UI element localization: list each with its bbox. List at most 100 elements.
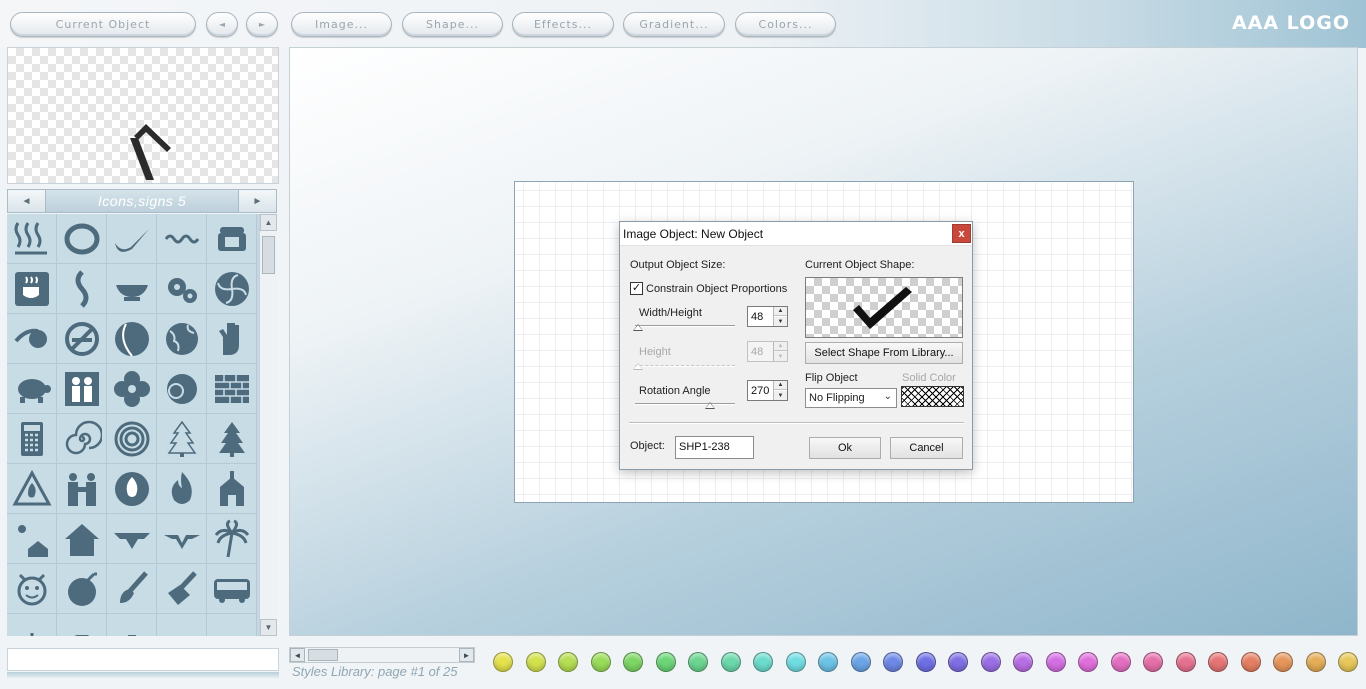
styles-scrollbar[interactable]: ◄ ► bbox=[289, 647, 475, 663]
library-icon-cell[interactable] bbox=[157, 414, 207, 464]
shape-button[interactable]: Shape... bbox=[402, 12, 503, 37]
library-icon-cell[interactable] bbox=[7, 464, 57, 514]
library-icon-cell[interactable] bbox=[107, 564, 157, 614]
color-swatch[interactable] bbox=[623, 652, 643, 672]
constrain-checkbox[interactable]: ✓ bbox=[630, 282, 643, 295]
width-height-slider[interactable] bbox=[635, 325, 735, 327]
ok-button[interactable]: Ok bbox=[809, 437, 881, 459]
library-icon-cell[interactable] bbox=[207, 464, 257, 514]
library-icon-cell[interactable] bbox=[157, 314, 207, 364]
object-name-field[interactable]: SHP1-238 bbox=[675, 436, 754, 459]
spin-up-button[interactable]: ▲ bbox=[774, 381, 787, 390]
library-icon-cell[interactable] bbox=[57, 364, 107, 414]
previous-object-button[interactable]: ◄ bbox=[206, 12, 238, 37]
color-swatch[interactable] bbox=[753, 652, 773, 672]
library-icon-cell[interactable] bbox=[107, 414, 157, 464]
library-icon-cell[interactable] bbox=[57, 614, 107, 636]
rotation-slider[interactable] bbox=[635, 403, 735, 405]
library-icon-cell[interactable] bbox=[207, 264, 257, 314]
spin-down-button[interactable]: ▼ bbox=[774, 391, 787, 400]
spin-down-button[interactable]: ▼ bbox=[774, 317, 787, 326]
status-field[interactable] bbox=[7, 648, 279, 671]
width-height-slider-thumb[interactable] bbox=[633, 324, 643, 331]
library-icon-cell[interactable] bbox=[107, 514, 157, 564]
cancel-button[interactable]: Cancel bbox=[890, 437, 963, 459]
library-icon-cell[interactable] bbox=[57, 514, 107, 564]
color-swatch[interactable] bbox=[1175, 652, 1196, 672]
library-icon-cell[interactable] bbox=[157, 564, 207, 614]
library-icon-cell[interactable] bbox=[57, 414, 107, 464]
library-icon-cell[interactable] bbox=[207, 514, 257, 564]
library-icon-cell[interactable] bbox=[57, 314, 107, 364]
colors-button[interactable]: Colors... bbox=[735, 12, 836, 37]
scroll-thumb[interactable] bbox=[308, 649, 338, 661]
scroll-thumb[interactable] bbox=[262, 236, 275, 274]
library-icon-cell[interactable] bbox=[207, 614, 257, 636]
library-icon-cell[interactable] bbox=[157, 264, 207, 314]
scroll-up-button[interactable]: ▲ bbox=[260, 214, 277, 231]
color-swatch[interactable] bbox=[525, 652, 546, 672]
library-icon-cell[interactable] bbox=[7, 564, 57, 614]
library-icon-cell[interactable] bbox=[7, 214, 57, 264]
color-swatch[interactable] bbox=[1110, 652, 1131, 672]
close-button[interactable]: x bbox=[952, 224, 971, 243]
library-icon-cell[interactable] bbox=[107, 614, 157, 636]
color-swatch[interactable] bbox=[688, 652, 708, 672]
color-swatch[interactable] bbox=[720, 652, 741, 672]
library-icon-cell[interactable] bbox=[207, 314, 257, 364]
color-swatch[interactable] bbox=[655, 652, 676, 672]
color-swatch[interactable] bbox=[1240, 652, 1261, 672]
gradient-button[interactable]: Gradient... bbox=[623, 12, 725, 37]
library-icon-cell[interactable] bbox=[57, 264, 107, 314]
color-swatch[interactable] bbox=[1143, 652, 1163, 672]
color-swatch[interactable] bbox=[915, 652, 936, 672]
rotation-spinner[interactable]: 270 ▲ ▼ bbox=[747, 380, 788, 401]
color-swatch[interactable] bbox=[883, 652, 903, 672]
library-icon-cell[interactable] bbox=[207, 364, 257, 414]
library-icon-cell[interactable] bbox=[107, 314, 157, 364]
color-swatch[interactable] bbox=[850, 652, 871, 672]
library-icon-cell[interactable] bbox=[57, 464, 107, 514]
select-shape-button[interactable]: Select Shape From Library... bbox=[805, 342, 963, 364]
library-icon-cell[interactable] bbox=[107, 214, 157, 264]
scroll-down-button[interactable]: ▼ bbox=[260, 619, 277, 636]
color-swatch[interactable] bbox=[785, 652, 806, 672]
width-height-spinner[interactable]: 48 ▲ ▼ bbox=[747, 306, 788, 327]
color-swatch[interactable] bbox=[1078, 652, 1098, 672]
library-icon-cell[interactable] bbox=[7, 514, 57, 564]
image-button[interactable]: Image... bbox=[291, 12, 392, 37]
color-swatch[interactable] bbox=[493, 652, 513, 672]
rotation-value[interactable]: 270 bbox=[751, 385, 769, 397]
color-swatch[interactable] bbox=[1273, 652, 1293, 672]
library-prev-button[interactable]: ◄ bbox=[8, 190, 46, 212]
library-icon-cell[interactable] bbox=[7, 364, 57, 414]
library-icon-cell[interactable] bbox=[107, 264, 157, 314]
scroll-right-button[interactable]: ► bbox=[459, 648, 474, 662]
library-icon-cell[interactable] bbox=[7, 264, 57, 314]
color-swatch[interactable] bbox=[1208, 652, 1228, 672]
rotation-slider-thumb[interactable] bbox=[705, 402, 715, 409]
color-swatch[interactable] bbox=[948, 652, 968, 672]
color-swatch[interactable] bbox=[590, 652, 611, 672]
library-icon-cell[interactable] bbox=[57, 564, 107, 614]
color-swatch[interactable] bbox=[1045, 652, 1066, 672]
color-swatch[interactable] bbox=[818, 652, 838, 672]
library-icon-cell[interactable] bbox=[7, 314, 57, 364]
scroll-left-button[interactable]: ◄ bbox=[290, 648, 305, 662]
library-icon-cell[interactable] bbox=[7, 614, 57, 636]
flip-object-select[interactable]: No Flipping ⌄ bbox=[805, 388, 897, 408]
library-icon-cell[interactable] bbox=[157, 614, 207, 636]
library-icon-cell[interactable] bbox=[157, 214, 207, 264]
library-next-button[interactable]: ► bbox=[238, 190, 276, 212]
library-icon-cell[interactable] bbox=[57, 214, 107, 264]
library-icon-cell[interactable] bbox=[7, 414, 57, 464]
current-object-button[interactable]: Current Object bbox=[10, 12, 196, 37]
library-icon-cell[interactable] bbox=[107, 364, 157, 414]
library-icon-cell[interactable] bbox=[157, 514, 207, 564]
library-icon-cell[interactable] bbox=[107, 464, 157, 514]
color-swatch[interactable] bbox=[1338, 652, 1358, 672]
library-scrollbar[interactable]: ▲ ▼ bbox=[259, 214, 277, 636]
library-icon-cell[interactable] bbox=[207, 214, 257, 264]
color-swatch[interactable] bbox=[980, 652, 1001, 672]
solid-color-swatch[interactable] bbox=[901, 386, 964, 407]
